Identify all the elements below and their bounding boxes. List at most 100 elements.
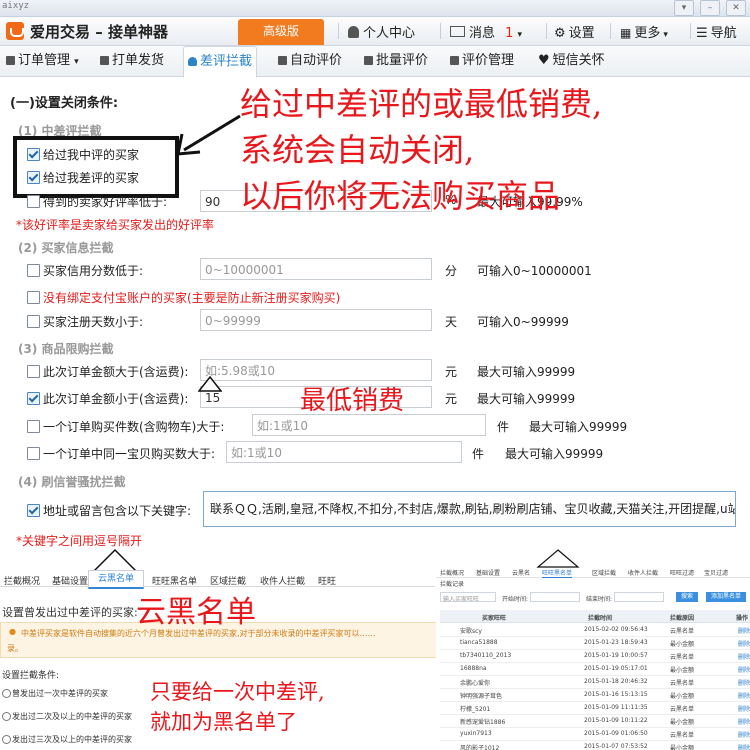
rs-end-label: 结束时间: bbox=[586, 596, 613, 603]
nav-print-ship[interactable]: 打单发货 bbox=[96, 46, 168, 76]
pointer-triangle-left bbox=[92, 548, 138, 572]
ls-option-2: 发出过二次及以上的中差评的买家 bbox=[12, 712, 132, 721]
qty-checkbox[interactable] bbox=[27, 420, 40, 433]
delete-link[interactable]: 删除 bbox=[738, 717, 750, 726]
table-cell: 2015-01-18 20:46:32 bbox=[584, 678, 648, 685]
rs-tab-4[interactable]: 区域拦截 bbox=[592, 568, 616, 577]
bad-review-checkbox[interactable] bbox=[27, 171, 40, 184]
good-rate-checkbox[interactable] bbox=[27, 195, 40, 208]
amount-lt-checkbox[interactable] bbox=[27, 392, 40, 405]
annotation-blacklist: 云黑名单 bbox=[136, 595, 256, 630]
table-cell: 云黑名单 bbox=[670, 654, 695, 661]
amount-gt-input[interactable]: 如:5.98或10 bbox=[200, 359, 432, 381]
chrome-user: aixyz bbox=[2, 1, 30, 11]
delete-link[interactable]: 删除 bbox=[738, 665, 750, 674]
table-row: 新感宠爱钻1886 2015-01-09 10:11:22 最小金额 删除 bbox=[440, 714, 750, 728]
keyword-textarea[interactable]: 联系ＱＱ,活刷,皇冠,不降权,不扣分,不封店,爆款,刷钻,刷粉刷店铺、宝贝收藏,… bbox=[203, 491, 736, 527]
nav-review-management[interactable]: 评价管理 bbox=[446, 46, 518, 76]
ls-tab-basic[interactable]: 基础设置 bbox=[52, 574, 88, 587]
annotation-line1: 给过中差评的或最低销费, bbox=[240, 85, 603, 123]
qty-input[interactable]: 如:1或10 bbox=[252, 414, 486, 436]
message-count: 1 bbox=[505, 26, 514, 41]
delete-link[interactable]: 删除 bbox=[738, 730, 750, 739]
ls-radio-3[interactable] bbox=[2, 735, 11, 744]
delete-link[interactable]: 删除 bbox=[738, 626, 750, 635]
rs-start-input[interactable] bbox=[530, 592, 580, 602]
qty-unit: 件 bbox=[497, 420, 510, 434]
nav-order-management[interactable]: 订单管理 ▾ bbox=[2, 46, 83, 76]
credit-checkbox[interactable] bbox=[27, 264, 40, 277]
table-cell: tb7340110_2013 bbox=[460, 652, 512, 659]
mid-review-checkbox[interactable] bbox=[27, 148, 40, 161]
table-cell: tianca51888 bbox=[460, 639, 498, 646]
close-icon[interactable]: ✕ bbox=[726, 0, 746, 16]
rs-add-button[interactable]: 添加黑名单 bbox=[706, 592, 746, 602]
table-cell: 2015-01-19 05:17:01 bbox=[584, 665, 648, 672]
chevron-down-icon[interactable]: ▾ bbox=[674, 0, 694, 16]
delete-link[interactable]: 删除 bbox=[738, 678, 750, 687]
ls-tab-region[interactable]: 区域拦截 bbox=[210, 574, 246, 587]
delete-link[interactable]: 删除 bbox=[738, 691, 750, 700]
rs-end-input[interactable] bbox=[614, 592, 664, 602]
rs-tab-0[interactable]: 拦截概况 bbox=[440, 568, 464, 577]
vip-badge[interactable]: 高级版 bbox=[238, 19, 324, 45]
minimize-icon[interactable]: – bbox=[700, 0, 720, 16]
ls-radio-1[interactable] bbox=[2, 689, 11, 698]
ls-tab-overview[interactable]: 拦截概况 bbox=[4, 574, 40, 587]
same-item-input[interactable]: 如:1或10 bbox=[226, 441, 462, 463]
title-bar: 爱用交易 – 接单神器 高级版 个人中心 消息 1 ▾ ⚙ 设置 ▦ 更多 ▾ ☰ 导航 bbox=[0, 17, 750, 46]
review-icon bbox=[450, 56, 459, 65]
good-rate-label: 得到的卖家好评率低于: bbox=[43, 195, 168, 209]
table-cell: 最小金额 bbox=[670, 667, 695, 674]
nav-button[interactable]: ☰ 导航 bbox=[696, 22, 737, 41]
regdays-hint: 可输入0~99999 bbox=[477, 315, 569, 329]
orders-icon bbox=[6, 56, 15, 65]
messages-button[interactable]: 消息 1 ▾ bbox=[450, 22, 522, 41]
credit-label: 买家信用分数低于: bbox=[43, 264, 144, 278]
keyword-checkbox[interactable] bbox=[27, 504, 40, 517]
table-row: yuxin7913 2015-01-09 01:06:50 云黑名单 删除 bbox=[440, 727, 750, 741]
rs-tab-2[interactable]: 云黑名 bbox=[512, 568, 530, 577]
personal-center-button[interactable]: 个人中心 bbox=[348, 22, 415, 41]
regdays-checkbox[interactable] bbox=[27, 315, 40, 328]
ls-tab-ww-blacklist[interactable]: 旺旺黑名单 bbox=[152, 574, 197, 587]
more-button[interactable]: ▦ 更多 ▾ bbox=[620, 22, 668, 41]
settings-button[interactable]: ⚙ 设置 bbox=[554, 22, 595, 41]
regdays-input[interactable]: 0~99999 bbox=[200, 309, 432, 331]
pointer-triangle bbox=[198, 376, 222, 392]
table-cell: 新感宠爱钻1886 bbox=[460, 719, 506, 726]
nav-sms-care[interactable]: ♥ 短信关怀 bbox=[534, 46, 609, 76]
same-item-checkbox[interactable] bbox=[27, 447, 40, 460]
amount-lt-unit: 元 bbox=[445, 392, 458, 406]
mail-icon bbox=[450, 26, 465, 37]
amount-gt-unit: 元 bbox=[445, 365, 458, 379]
user-icon bbox=[348, 26, 359, 38]
delete-link[interactable]: 删除 bbox=[738, 743, 750, 750]
rs-tab-active[interactable]: 旺旺黑名单 bbox=[542, 568, 573, 578]
nav-batch-review[interactable]: 批量评价 bbox=[360, 46, 432, 76]
rs-search-button[interactable]: 搜索 bbox=[676, 592, 698, 602]
batch-icon bbox=[364, 56, 373, 65]
nav-review-intercept[interactable]: 差评拦截 bbox=[183, 46, 258, 78]
delete-link[interactable]: 删除 bbox=[738, 652, 750, 661]
ls-tab-ww[interactable]: 旺旺 bbox=[318, 574, 336, 587]
amount-gt-checkbox[interactable] bbox=[27, 365, 40, 378]
rs-tab-5[interactable]: 收件人拦截 bbox=[628, 568, 658, 577]
credit-input[interactable]: 0~10000001 bbox=[200, 258, 432, 280]
delete-link[interactable]: 删除 bbox=[738, 639, 750, 648]
table-cell: 16888na bbox=[460, 665, 487, 672]
rs-tab-7[interactable]: 宝贝过滤 bbox=[704, 568, 728, 577]
nav-auto-review[interactable]: 自动评价 bbox=[274, 46, 346, 76]
amount-lt-label: 此次订单金额小于(含运费): bbox=[43, 392, 189, 406]
ls-radio-2[interactable] bbox=[2, 712, 11, 721]
table-cell: 钟明强源子茸色 bbox=[460, 693, 503, 700]
delete-link[interactable]: 删除 bbox=[738, 704, 750, 713]
rs-tab-6[interactable]: 旺旺过滤 bbox=[670, 568, 694, 577]
rs-tab-1[interactable]: 基础设置 bbox=[476, 568, 500, 577]
alipay-checkbox[interactable] bbox=[27, 291, 40, 304]
regdays-unit: 天 bbox=[445, 315, 458, 329]
record-screenshot: 拦截概况 基础设置 云黑名 旺旺黑名单 区域拦截 收件人拦截 旺旺过滤 宝贝过滤… bbox=[436, 548, 750, 750]
rs-search-input[interactable]: 输入买家旺旺 bbox=[440, 592, 496, 603]
table-cell: 风的影子1012 bbox=[460, 745, 500, 750]
ls-tab-recipient[interactable]: 收件人拦截 bbox=[260, 574, 305, 587]
